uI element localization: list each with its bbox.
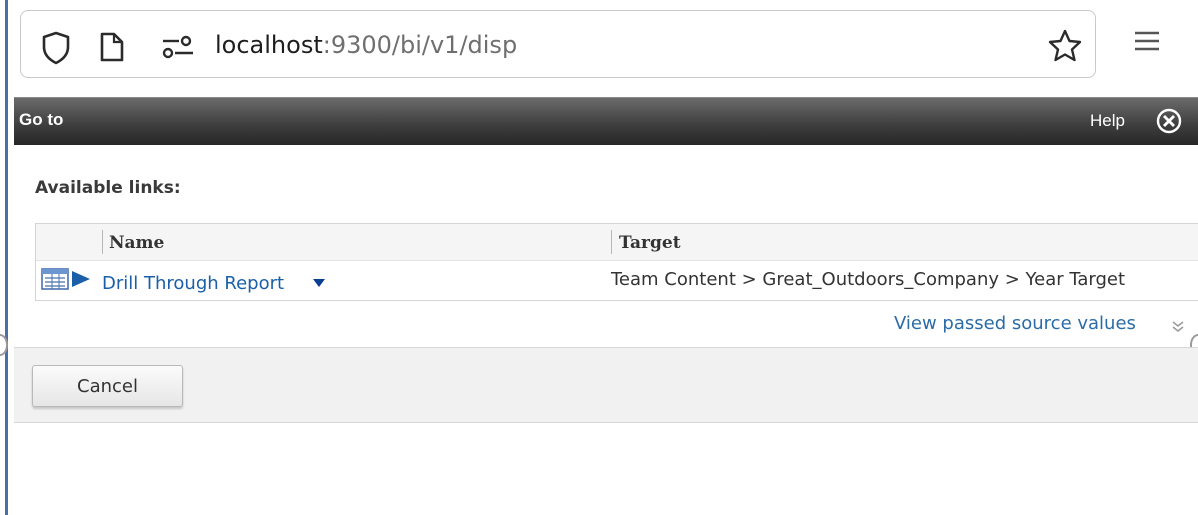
double-chevron-down-icon[interactable] (1171, 319, 1185, 338)
dialog-footer: Cancel (14, 347, 1198, 423)
bookmark-star-icon[interactable] (1047, 28, 1083, 68)
table-row[interactable]: Drill Through Report Team Content > Grea… (36, 260, 1198, 300)
help-link[interactable]: Help (1090, 111, 1125, 131)
url-text[interactable]: localhost:9300/bi/v1/disp (215, 30, 517, 60)
page-icon[interactable] (99, 31, 125, 67)
target-path: Team Content > Great_Outdoors_Company > … (611, 269, 1126, 290)
page: localhost:9300/bi/v1/disp Go to Help Ava… (0, 0, 1198, 515)
available-links-label: Available links: (35, 178, 181, 198)
url-path: :9300/bi/v1/disp (322, 31, 518, 59)
window-edge-line (5, 0, 8, 515)
shield-icon[interactable] (41, 31, 71, 69)
dialog-title: Go to (19, 110, 64, 129)
column-separator[interactable] (611, 230, 612, 254)
column-header-target[interactable]: Target (619, 233, 681, 253)
drill-through-report-link[interactable]: Drill Through Report (102, 273, 284, 294)
dialog-header: Go to Help (14, 97, 1198, 145)
close-icon[interactable] (1154, 106, 1184, 140)
menu-icon[interactable] (1133, 30, 1161, 56)
browser-address-bar[interactable]: localhost:9300/bi/v1/disp (20, 10, 1096, 78)
cancel-button[interactable]: Cancel (32, 365, 183, 407)
links-table: Name Target Drill Through Report Team Co… (35, 223, 1198, 301)
url-host: localhost (215, 31, 323, 59)
dialog-body: Available links: Name Target Drill Throu… (14, 145, 1198, 347)
report-run-icon (40, 264, 92, 298)
chevron-down-icon[interactable] (312, 273, 326, 292)
view-source-values-link[interactable]: View passed source values (894, 313, 1136, 334)
permissions-icon[interactable] (161, 35, 195, 63)
column-separator[interactable] (102, 230, 103, 254)
column-header-name[interactable]: Name (109, 233, 164, 253)
table-header: Name Target (36, 224, 1198, 261)
